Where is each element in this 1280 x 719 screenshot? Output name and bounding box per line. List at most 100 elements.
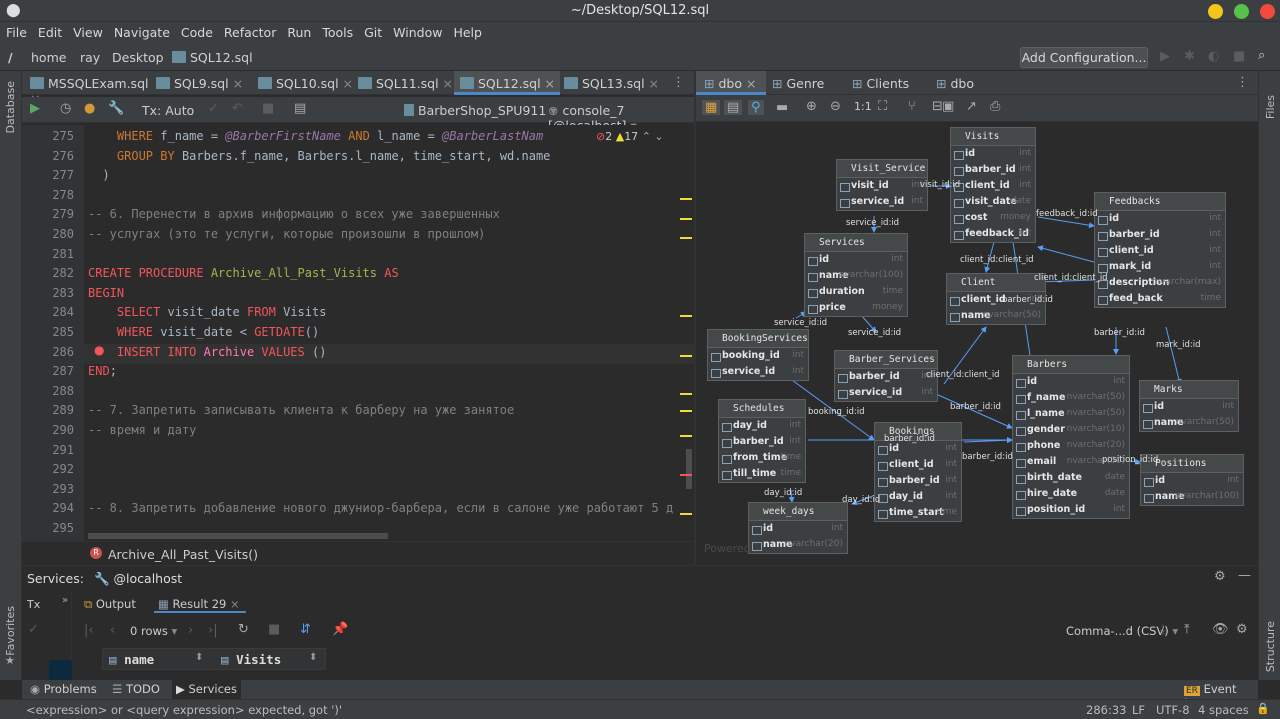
database-tool-tab[interactable]: Database: [4, 81, 17, 134]
show-hints-icon[interactable]: ⚲: [748, 100, 764, 115]
upload-icon[interactable]: ⤒: [1184, 622, 1190, 637]
breadcrumb-ray[interactable]: ray: [80, 50, 100, 65]
tabs-more-icon[interactable]: ⋮: [672, 75, 685, 90]
save-icon[interactable]: ▣: [942, 99, 954, 114]
session-node[interactable]: [49, 660, 72, 680]
line-separator[interactable]: LF: [1132, 703, 1145, 717]
tab-sql11[interactable]: SQL11.sql ×: [358, 71, 454, 95]
profiler-icon[interactable]: ●: [84, 101, 95, 116]
table-view-icon[interactable]: ▤: [294, 101, 306, 116]
minimize-button[interactable]: [1208, 4, 1223, 19]
download-icon[interactable]: ⤓: [1160, 622, 1166, 637]
er-diagram[interactable]: Visits id int barber_id int client_id int visit…: [696, 122, 1258, 565]
warning-stripe[interactable]: [680, 393, 692, 395]
editor-horizontal-scrollbar[interactable]: [88, 533, 388, 539]
layout-icon[interactable]: ⑂: [908, 99, 916, 114]
row-count[interactable]: 0 rows ▾: [130, 624, 177, 638]
stop-icon[interactable]: ■: [1233, 49, 1245, 64]
tab-sql12[interactable]: SQL12.sql ×: [454, 71, 560, 95]
breadcrumb-home[interactable]: home: [31, 50, 66, 65]
first-page-icon[interactable]: |‹: [84, 623, 94, 638]
zoom-in-icon[interactable]: ⊕: [806, 99, 817, 114]
tab-dbo-diagram[interactable]: ⊞ dbo ×: [696, 71, 766, 95]
result-tab[interactable]: ▦ Result 29 ×: [154, 591, 246, 613]
menu-code[interactable]: Code: [175, 22, 218, 40]
services-tab[interactable]: ▶ Services: [172, 680, 241, 699]
code-editor[interactable]: 275 276 277 278 279 280 281 282 283 284 285 286 287 2…: [22, 125, 694, 541]
warning-stripe[interactable]: [680, 218, 692, 220]
expand-icon[interactable]: »: [62, 595, 68, 606]
zoom-out-icon[interactable]: ⊖: [830, 99, 841, 114]
warning-stripe[interactable]: [680, 315, 692, 317]
table-week-days[interactable]: week_days id int name nvarchar(20): [748, 502, 848, 554]
sort-icon[interactable]: ⬍: [309, 652, 317, 663]
files-tool-tab[interactable]: Files: [1264, 95, 1277, 119]
maximize-button[interactable]: [1234, 4, 1249, 19]
lock-icon[interactable]: 🔒: [1256, 702, 1270, 715]
transaction-mode[interactable]: Tx: Auto: [142, 103, 194, 118]
prev-page-icon[interactable]: ‹: [110, 623, 115, 638]
error-stripe[interactable]: [680, 474, 692, 476]
tx-label[interactable]: Tx: [27, 598, 40, 611]
refresh-icon[interactable]: ↻: [238, 622, 249, 637]
file-encoding[interactable]: UTF-8: [1156, 703, 1190, 717]
menu-navigate[interactable]: Navigate: [108, 22, 175, 40]
stop-icon[interactable]: ■: [268, 622, 280, 637]
warning-stripe[interactable]: [680, 237, 692, 239]
table-barbers[interactable]: Barbers id int f_name nvarchar(50) l_name nvar…: [1012, 355, 1130, 519]
breadcrumb-file[interactable]: SQL12.sql: [172, 50, 253, 65]
nav-down-icon[interactable]: ⌄: [654, 130, 663, 143]
menu-file[interactable]: File: [0, 22, 32, 40]
commit-icon[interactable]: ✓: [208, 101, 219, 116]
history-icon[interactable]: ◷: [60, 101, 71, 116]
breadcrumb-desktop[interactable]: Desktop: [112, 50, 164, 65]
comment-icon[interactable]: ▬: [776, 100, 788, 115]
problems-tab[interactable]: ◉ Problems: [30, 682, 97, 696]
cancel-query-icon[interactable]: ■: [262, 101, 274, 116]
settings-wrench-icon[interactable]: 🔧: [108, 101, 124, 116]
warning-stripe[interactable]: [680, 355, 692, 357]
editor-vertical-scrollbar[interactable]: [686, 449, 692, 489]
next-page-icon[interactable]: ›: [188, 623, 193, 638]
view-icon[interactable]: 👁: [1212, 622, 1229, 637]
menu-git[interactable]: Git: [358, 22, 387, 40]
last-page-icon[interactable]: ›|: [208, 623, 218, 638]
root-slash[interactable]: /: [8, 50, 13, 65]
nav-up-icon[interactable]: ⌃: [642, 130, 651, 143]
table-visits[interactable]: Visits id int barber_id int client_id int visit…: [950, 127, 1036, 243]
output-tab[interactable]: ⧉ Output: [84, 597, 136, 612]
favorites-tool-tab[interactable]: Favorites: [4, 606, 17, 656]
host-node[interactable]: 🔧 @localhost: [94, 571, 182, 587]
fit-content-icon[interactable]: ⛶: [878, 99, 887, 114]
tab-sql13[interactable]: SQL13.sql ×: [564, 71, 662, 95]
datasource-selector[interactable]: BarberShop_SPU911 ▾: [404, 103, 557, 118]
tab-genre[interactable]: ⊞ Genre: [772, 71, 846, 95]
print-icon[interactable]: ⎙: [990, 99, 1000, 114]
table-marks[interactable]: Marks id int name nvarchar(50): [1139, 380, 1239, 432]
result-settings-icon[interactable]: ⚙: [1236, 622, 1248, 637]
actual-size-icon[interactable]: 1:1: [854, 100, 872, 113]
debug-icon[interactable]: ✱: [1184, 49, 1195, 64]
caret-position[interactable]: 286:33: [1086, 703, 1126, 717]
warning-stripe[interactable]: [680, 410, 692, 412]
show-keys-icon[interactable]: ▤: [724, 100, 743, 115]
column-header-visits[interactable]: ▤ Visits: [221, 652, 281, 667]
export-icon[interactable]: ↗: [966, 99, 977, 114]
execute-icon[interactable]: ▶: [30, 101, 40, 116]
sort-icon[interactable]: ⬍: [195, 652, 203, 663]
coverage-icon[interactable]: ◐: [1208, 49, 1219, 64]
menu-refactor[interactable]: Refactor: [218, 22, 281, 40]
check-icon[interactable]: ✓: [28, 622, 39, 637]
pin-icon[interactable]: 📌: [332, 622, 348, 637]
warning-stripe[interactable]: [680, 198, 692, 200]
menu-edit[interactable]: Edit: [32, 22, 67, 40]
warning-stripe[interactable]: [680, 513, 692, 515]
table-services[interactable]: Services id int name nvarchar(100) duration ti…: [804, 233, 908, 317]
tab-mssqlexam[interactable]: MSSQLExam.sql ×: [30, 71, 150, 106]
menu-tools[interactable]: Tools: [316, 22, 358, 40]
rollback-icon[interactable]: ↶: [232, 101, 243, 116]
menu-help[interactable]: Help: [447, 22, 487, 40]
add-configuration-button[interactable]: Add Configuration...: [1020, 47, 1148, 68]
close-button[interactable]: [1260, 4, 1275, 19]
settings-gear-icon[interactable]: ⚙: [1214, 569, 1226, 584]
